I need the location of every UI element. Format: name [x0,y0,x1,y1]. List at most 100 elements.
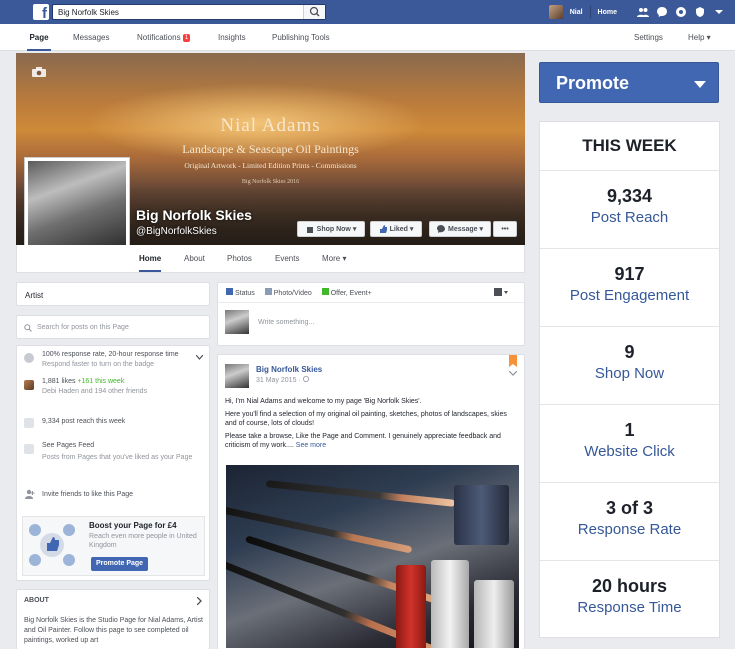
chevron-right-icon[interactable] [197,597,202,605]
photo-icon [264,288,272,295]
tab-about[interactable]: About [184,245,205,272]
post-author-link[interactable]: Big Norfolk Skies [256,365,322,374]
composer-input[interactable]: Write something... [258,319,314,326]
more-options-button[interactable]: ••• [493,221,517,237]
invite-friends-icon [25,489,35,499]
stat-value: 9 [624,342,635,362]
reach-icon [24,418,34,428]
stat-label: Response Time [577,599,682,616]
post-line-2: Here you'll find a selection of my origi… [225,410,507,428]
this-week-panel: THIS WEEK 9,334 Post Reach 917 Post Enga… [539,121,720,638]
response-icon [24,353,34,363]
tab-insights[interactable]: Insights [218,24,246,51]
help-menu[interactable]: Help ▾ [688,24,711,51]
shop-bag-icon [306,227,313,233]
tab-notifications[interactable]: Notifications 1 [137,24,191,51]
settings-link[interactable]: Settings [634,24,663,51]
tab-more[interactable]: More ▾ [322,245,346,272]
status-label: Status [234,290,255,297]
pages-feed-link[interactable]: See Pages Feed [42,442,94,449]
composer: Status Photo/Video Offer, Event+ Write s… [217,282,525,346]
search-input[interactable] [53,5,298,19]
post-line-3-text: Please take a browse, Like the Page and … [225,432,501,450]
pinned-post-icon [509,355,517,367]
tab-home[interactable]: Home [139,245,162,272]
chevron-down-icon[interactable] [196,355,203,360]
boost-illustration-icon [29,524,75,566]
friend-requests-icon[interactable] [637,6,649,18]
paint-brush [226,505,413,554]
about-card: ABOUT Big Norfolk Skies is the Studio Pa… [16,589,210,649]
stat-response-rate[interactable]: 3 of 3 Response Rate [540,483,719,561]
promote-page-button[interactable]: Promote Page [91,557,149,571]
likes-week: +161 this week [77,378,125,385]
stat-value: 3 of 3 [605,498,653,518]
globe-icon [302,376,309,382]
stat-website-click[interactable]: 1 Website Click [540,405,719,483]
tab-messages[interactable]: Messages [73,24,109,51]
thumbs-up-icon [379,225,387,233]
page-search-placeholder: Search for posts on this Page [37,324,129,331]
paint-brush [265,480,456,507]
stat-label: Response Rate [577,521,682,538]
post-photo[interactable] [226,465,519,648]
page-category[interactable]: Artist [25,291,43,300]
profile-photo [28,161,126,258]
stat-label: Website Click [584,443,675,460]
tab-events[interactable]: Events [275,245,299,272]
stat-value: 9,334 [606,186,653,206]
promote-button[interactable]: Promote [539,62,719,103]
composer-tabs: Status Photo/Video Offer, Event+ [218,283,524,303]
user-avatar[interactable] [548,5,563,19]
tab-page[interactable]: Page [27,24,51,51]
stat-response-time[interactable]: 20 hours Response Time [540,561,719,639]
page-admin-nav: Page Messages Notifications 1 Insights P… [0,24,735,51]
post-date[interactable]: 31 May 2015 · [256,376,309,384]
search-button[interactable] [303,5,325,19]
likes-row[interactable]: 1,881 likes +161 this week [42,378,124,385]
stat-label: Post Reach [590,209,669,226]
boost-page-box: Boost your Page for £4 Reach even more p… [22,516,205,576]
page-handle[interactable]: @BigNorfolkSkies [136,226,217,237]
tab-photos[interactable]: Photos [227,245,252,272]
photo-video-tab[interactable]: Photo/Video [264,288,312,297]
pages-feed-icon [24,444,34,454]
status-tab[interactable]: Status [226,288,255,297]
post-author-avatar[interactable] [225,364,249,388]
paint-tube-white [431,560,469,648]
privacy-shortcuts-icon[interactable] [694,6,706,18]
offer-event-tab[interactable]: Offer, Event+ [321,288,372,297]
stat-value: 917 [614,264,645,284]
pages-feed-sub: Posts from Pages that you've liked as yo… [42,454,193,461]
post-as-selector-icon[interactable] [494,288,508,296]
liked-label: Liked ▾ [389,226,414,233]
account-menu-icon[interactable] [713,6,725,18]
notifications-icon[interactable] [675,6,687,18]
user-name-link[interactable]: Nial [570,9,583,16]
facebook-logo-icon[interactable]: f [33,4,49,22]
camera-icon[interactable] [32,67,46,77]
see-more-link[interactable]: See more [296,442,326,449]
home-link[interactable]: Home [598,9,617,16]
message-label: Message ▾ [447,226,484,233]
composer-avatar [225,310,249,334]
stat-post-reach[interactable]: 9,334 Post Reach [540,171,719,249]
cover-artist-name: Nial Adams [220,115,321,136]
post-options-icon[interactable] [509,371,517,376]
stat-shop-now[interactable]: 9 Shop Now [540,327,719,405]
liked-button[interactable]: Liked ▾ [370,221,422,237]
messages-icon[interactable] [656,6,668,18]
photo-video-label: Photo/Video [273,290,312,297]
shop-now-button[interactable]: Shop Now ▾ [297,221,365,237]
stat-post-engagement[interactable]: 917 Post Engagement [540,249,719,327]
promote-label: Promote [556,73,630,93]
promote-dropdown-icon[interactable] [694,81,706,88]
about-text: Big Norfolk Skies is the Studio Page for… [24,617,203,644]
invite-friends-link[interactable]: Invite friends to like this Page [42,491,133,498]
page-search-box[interactable]: Search for posts on this Page [16,315,210,339]
category-card: Artist [16,282,210,306]
message-button[interactable]: Message ▾ [429,221,491,237]
status-icon [226,288,233,295]
tab-publishing-tools[interactable]: Publishing Tools [272,24,330,51]
search-posts-icon [24,324,32,332]
